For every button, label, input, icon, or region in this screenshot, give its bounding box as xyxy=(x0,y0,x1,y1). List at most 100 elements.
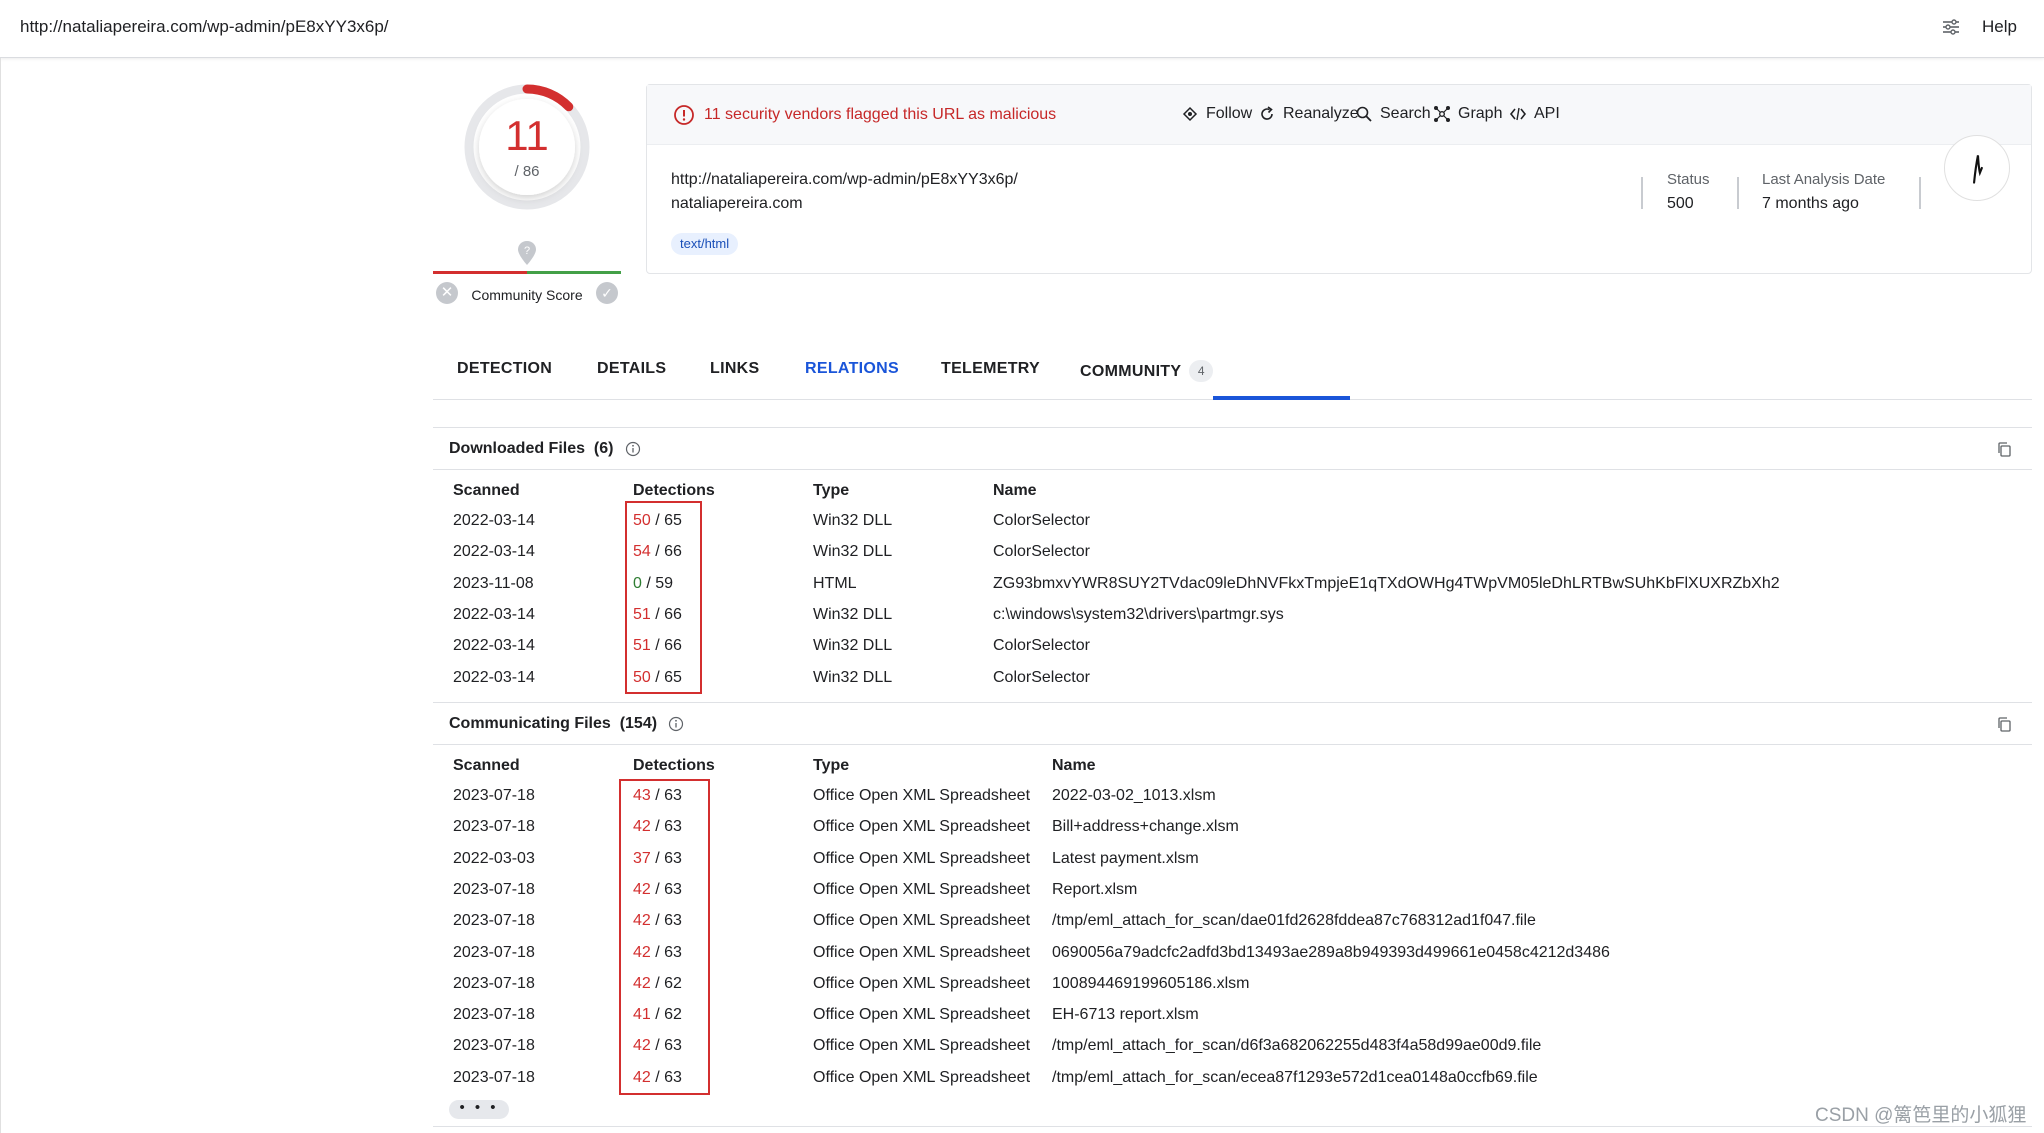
vote-harmless-icon[interactable]: ✓ xyxy=(596,282,618,304)
vendor-total: / 86 xyxy=(514,163,540,180)
scanned-date: 2023-07-18 xyxy=(453,787,535,804)
api-icon xyxy=(1509,107,1527,121)
file-name-link[interactable]: Latest payment.xlsm xyxy=(1052,850,1199,868)
scanned-date: 2022-03-14 xyxy=(453,543,535,561)
scanned-date: 2022-03-14 xyxy=(453,668,535,686)
file-name-link[interactable]: 0690056a79adcfc2adfd3bd13493ae289a8b9493… xyxy=(1052,944,1610,962)
file-type: Office Open XML Spreadsheet xyxy=(813,1006,1031,1024)
address-url[interactable]: http://nataliapereira.com/wp-admin/pE8xY… xyxy=(20,17,389,37)
file-name-link[interactable]: ColorSelector xyxy=(993,512,1090,530)
file-type: Win32 DLL xyxy=(813,605,893,623)
community-score-bar xyxy=(433,271,621,274)
col-type: Type xyxy=(813,482,850,499)
file-name-link[interactable]: /tmp/eml_attach_for_scan/dae01fd2628fdde… xyxy=(1052,912,1536,930)
content-type-tag[interactable]: text/html xyxy=(671,233,739,255)
left-divider xyxy=(0,58,1,1133)
scanned-date: 2023-07-18 xyxy=(453,974,535,992)
tab-detection[interactable]: DETECTION xyxy=(457,360,552,378)
col-scanned: Scanned xyxy=(453,482,520,499)
active-tab-indicator xyxy=(1213,396,1350,400)
tab-relations[interactable]: RELATIONS xyxy=(805,360,899,378)
col-detections: Detections xyxy=(633,757,715,774)
malicious-count: 11 xyxy=(505,112,549,159)
file-type: Win32 DLL xyxy=(813,668,893,686)
analyzed-url: http://nataliapereira.com/wp-admin/pE8xY… xyxy=(671,171,1018,188)
follow-icon xyxy=(1182,106,1198,122)
file-name-link[interactable]: 2022-03-02_1013.xlsm xyxy=(1052,787,1216,805)
scanned-date: 2023-07-18 xyxy=(453,1006,535,1024)
tab-community[interactable]: COMMUNITY 4 xyxy=(1080,360,1214,382)
community-score-marker-icon: ? xyxy=(518,241,536,265)
meta-divider xyxy=(1919,177,1921,209)
file-type: Office Open XML Spreadsheet xyxy=(813,1068,1031,1086)
col-scanned: Scanned xyxy=(453,757,520,774)
meta-divider xyxy=(1737,177,1739,209)
file-name-link[interactable]: ZG93bmxvYWR8SUY2TVdac09leDhNVFkxTmpjeE1q… xyxy=(993,575,1780,593)
info-icon[interactable] xyxy=(625,441,641,457)
top-bar: http://nataliapereira.com/wp-admin/pE8xY… xyxy=(0,0,2044,58)
file-name-link[interactable]: /tmp/eml_attach_for_scan/ecea87f1293e572… xyxy=(1052,1069,1538,1087)
search-icon xyxy=(1356,106,1372,122)
svg-text:?: ? xyxy=(524,245,530,257)
file-name-link[interactable]: c:\windows\system32\drivers\partmgr.sys xyxy=(993,606,1284,624)
copy-icon[interactable] xyxy=(1996,716,2012,733)
scanned-date: 2023-07-18 xyxy=(453,912,535,930)
file-name-link[interactable]: EH-6713 report.xlsm xyxy=(1052,1006,1199,1024)
alert-bar: 11 security vendors flagged this URL as … xyxy=(647,85,2031,145)
file-type: HTML xyxy=(813,574,857,592)
file-type: Office Open XML Spreadsheet xyxy=(813,912,1031,930)
scanned-date: 2022-03-14 xyxy=(453,637,535,655)
file-type: Office Open XML Spreadsheet xyxy=(813,974,1031,992)
last-analysis-value: 7 months ago xyxy=(1762,195,1859,212)
search-button[interactable]: Search xyxy=(1355,105,1431,123)
help-link[interactable]: Help xyxy=(1982,17,2017,37)
file-name-link[interactable]: 100894469199605186.xlsm xyxy=(1052,975,1250,993)
vote-malicious-icon[interactable]: ✕ xyxy=(436,282,458,304)
detections-highlight-box xyxy=(619,779,710,1095)
tab-telemetry[interactable]: TELEMETRY xyxy=(941,360,1040,378)
col-detections: Detections xyxy=(633,482,715,499)
graph-button[interactable]: Graph xyxy=(1433,105,1502,123)
follow-button[interactable]: Follow xyxy=(1181,105,1252,123)
load-more-button[interactable]: • • • xyxy=(449,1100,509,1119)
file-name-link[interactable]: /tmp/eml_attach_for_scan/d6f3a682062255d… xyxy=(1052,1037,1541,1055)
site-favicon-icon xyxy=(1944,135,2010,201)
reanalyze-button[interactable]: Reanalyze xyxy=(1258,105,1359,123)
downloaded-files-title: Downloaded Files (6) xyxy=(449,440,614,457)
scanned-date: 2023-11-08 xyxy=(453,574,534,592)
alert-circle-icon xyxy=(674,105,694,125)
tab-details[interactable]: DETAILS xyxy=(597,360,666,378)
api-button[interactable]: API xyxy=(1509,105,1560,123)
scanned-date: 2023-07-18 xyxy=(453,880,535,898)
detections-highlight-box xyxy=(625,501,702,694)
info-icon[interactable] xyxy=(668,716,684,732)
url-summary-card: 11 security vendors flagged this URL as … xyxy=(646,84,2032,274)
watermark-text: CSDN @篱笆里的小狐狸 xyxy=(1815,1105,2027,1126)
copy-icon[interactable] xyxy=(1996,441,2012,458)
meta-divider xyxy=(1641,177,1643,209)
scanned-date: 2022-03-03 xyxy=(453,849,535,867)
col-name: Name xyxy=(993,482,1037,499)
communicating-files-header: Communicating Files (154) xyxy=(433,702,2032,745)
file-name-link[interactable]: ColorSelector xyxy=(993,637,1090,655)
file-name-link[interactable]: ColorSelector xyxy=(993,543,1090,561)
file-type: Office Open XML Spreadsheet xyxy=(813,880,1031,898)
downloaded-files-header: Downloaded Files (6) xyxy=(433,427,2032,470)
file-name-link[interactable]: Bill+address+change.xlsm xyxy=(1052,818,1239,836)
filter-settings-icon[interactable] xyxy=(1940,16,1962,38)
analyzed-domain[interactable]: nataliapereira.com xyxy=(671,195,803,213)
scanned-date: 2022-03-14 xyxy=(453,512,535,529)
file-type: Office Open XML Spreadsheet xyxy=(813,1037,1031,1055)
file-type: Office Open XML Spreadsheet xyxy=(813,849,1031,867)
scanned-date: 2023-07-18 xyxy=(453,818,535,836)
file-type: Win32 DLL xyxy=(813,543,893,561)
scanned-date: 2023-07-18 xyxy=(453,1037,535,1055)
file-name-link[interactable]: ColorSelector xyxy=(993,669,1090,687)
status-value: 500 xyxy=(1667,195,1694,212)
file-name-link[interactable]: Report.xlsm xyxy=(1052,881,1137,899)
section-divider xyxy=(433,1126,2032,1127)
file-type: Win32 DLL xyxy=(813,637,893,655)
scanned-date: 2023-07-18 xyxy=(453,1068,535,1086)
tab-links[interactable]: LINKS xyxy=(710,360,760,378)
malicious-alert-text: 11 security vendors flagged this URL as … xyxy=(704,106,1057,123)
